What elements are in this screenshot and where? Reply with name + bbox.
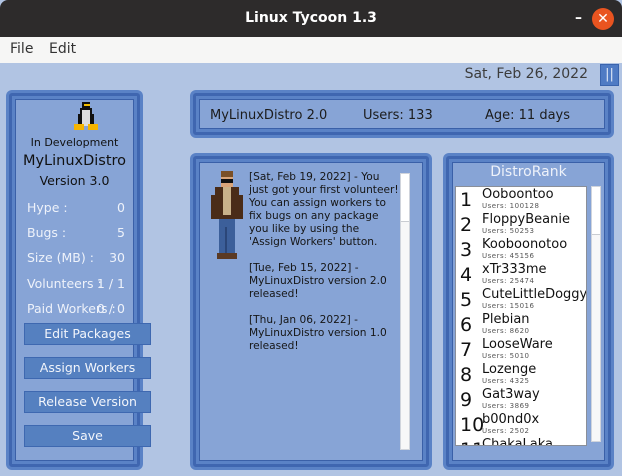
release-name: MyLinuxDistro 2.0 [210, 108, 328, 123]
news-panel: [Sat, Feb 19, 2022] - You just got your … [193, 156, 429, 467]
distro-users: Users: 15016 [482, 302, 535, 310]
distro-name: ChakaLaka [482, 437, 554, 446]
news-item: [Thu, Jan 06, 2022] - MyLinuxDistro vers… [249, 314, 387, 352]
distro-users: Users: 100128 [482, 202, 540, 210]
close-button[interactable]: ✕ [592, 8, 614, 30]
stat-paid-workers: Paid Workers :0 / 0 [27, 301, 125, 316]
minimize-button[interactable]: – [575, 0, 582, 37]
distro-users: Users: 50253 [482, 227, 535, 235]
distro-users: Users: 4325 [482, 377, 530, 385]
distrorank-item[interactable]: 1 Ooboontoo Users: 100128 [456, 187, 586, 212]
distro-version: Version 3.0 [39, 173, 110, 188]
stat-bugs: Bugs : 5 [27, 225, 125, 240]
distrorank-item[interactable]: 3 Kooboonotoo Users: 45156 [456, 237, 586, 262]
game-date: Sat, Feb 26, 2022 [464, 66, 588, 82]
save-button[interactable]: Save [24, 425, 151, 447]
pause-button[interactable]: || [600, 64, 619, 86]
scrollbar-thumb[interactable] [401, 174, 409, 222]
scrollbar-thumb[interactable] [592, 187, 600, 235]
menu-edit[interactable]: Edit [49, 41, 76, 57]
distro-users: Users: 5010 [482, 352, 530, 360]
distrorank-item[interactable]: 6 Plebian Users: 8620 [456, 312, 586, 337]
distrorank-item[interactable]: 10 b00nd0x Users: 2502 [456, 412, 586, 437]
stat-value: 30 [109, 250, 125, 265]
window-title: Linux Tycoon 1.3 [245, 10, 377, 26]
stat-label: Volunteers : [27, 276, 102, 291]
news-scrollbar[interactable] [400, 173, 410, 450]
release-age: Age: 11 days [485, 108, 571, 123]
news-item: [Sat, Feb 19, 2022] - You just got your … [249, 171, 399, 248]
distro-name: MyLinuxDistro [22, 153, 127, 169]
stat-label: Size (MB) : [27, 250, 94, 265]
edit-packages-button[interactable]: Edit Packages [24, 323, 151, 345]
rank-number: 6 [460, 314, 473, 336]
rank-number: 4 [460, 264, 473, 286]
rank-number: 2 [460, 214, 473, 236]
rank-number: 9 [460, 389, 473, 411]
menu-file[interactable]: File [10, 41, 33, 57]
distrorank-item[interactable]: 9 Gat3way Users: 3869 [456, 387, 586, 412]
rank-number: 10 [460, 414, 485, 436]
distrorank-item[interactable]: 8 Lozenge Users: 4325 [456, 362, 586, 387]
stat-value: 1 / 1 [96, 276, 125, 291]
distro-users: Users: 2502 [482, 427, 530, 435]
distrorank-item[interactable]: 4 xTr333me Users: 25474 [456, 262, 586, 287]
rank-number: 11 [460, 439, 484, 445]
release-version-button[interactable]: Release Version [24, 391, 151, 413]
rank-number: 3 [460, 239, 473, 261]
distro-users: Users: 3869 [482, 402, 530, 410]
news-item: [Tue, Feb 15, 2022] - MyLinuxDistro vers… [249, 262, 387, 300]
distrorank-title: DistroRank [490, 164, 567, 180]
distro-name: b00nd0x [482, 412, 540, 427]
distro-users: Users: 8620 [482, 327, 530, 335]
distro-name: Gat3way [482, 387, 540, 402]
distro-name: FloppyBeanie [482, 212, 570, 227]
news-feed: [Sat, Feb 19, 2022] - You just got your … [249, 171, 399, 366]
distrorank-item[interactable]: 11ChakaLaka [456, 437, 586, 446]
distrorank-scrollbar[interactable] [591, 186, 601, 442]
stat-volunteers: Volunteers :1 / 1 [27, 276, 125, 291]
menu-bar: File Edit [0, 37, 622, 63]
stat-value: 0 / 0 [96, 301, 125, 316]
assign-workers-button[interactable]: Assign Workers [24, 357, 151, 379]
distro-name: Plebian [482, 312, 530, 327]
stat-value: 5 [117, 225, 125, 240]
distrorank-list[interactable]: 1 Ooboontoo Users: 100128 2 FloppyBeanie User… [455, 186, 587, 446]
distro-name: xTr333me [482, 262, 547, 277]
development-status: In Development [30, 136, 119, 149]
developer-avatar-icon [211, 171, 243, 259]
stat-label: Hype : [27, 200, 68, 215]
stat-value: 0 [117, 200, 125, 215]
distro-name: Ooboontoo [482, 187, 554, 202]
distro-name: LooseWare [482, 337, 553, 352]
distro-name: CuteLittleDoggy [482, 287, 587, 302]
distrorank-item[interactable]: 7 LooseWare Users: 5010 [456, 337, 586, 362]
distrorank-panel: DistroRank 1 Ooboontoo Users: 100128 2 Flopp… [446, 156, 611, 467]
distro-name: Lozenge [482, 362, 537, 377]
stat-hype: Hype : 0 [27, 200, 125, 215]
distro-panel: In Development MyLinuxDistro Version 3.0… [9, 93, 151, 467]
tux-penguin-icon [74, 102, 98, 130]
current-release-panel: MyLinuxDistro 2.0 Users: 133 Age: 11 day… [193, 93, 611, 135]
distrorank-item[interactable]: 5 CuteLittleDoggy Users: 15016 [456, 287, 586, 312]
stat-label: Bugs : [27, 225, 67, 240]
distro-users: Users: 25474 [482, 277, 535, 285]
rank-number: 1 [460, 189, 473, 211]
distro-name: Kooboonotoo [482, 237, 568, 252]
rank-number: 7 [460, 339, 473, 361]
rank-number: 5 [460, 289, 473, 311]
distro-users: Users: 45156 [482, 252, 535, 260]
rank-number: 8 [460, 364, 473, 386]
distrorank-item[interactable]: 2 FloppyBeanie Users: 50253 [456, 212, 586, 237]
release-users: Users: 133 [363, 108, 433, 123]
title-bar: Linux Tycoon 1.3 – ✕ [0, 0, 622, 37]
stat-size: Size (MB) : 30 [27, 250, 125, 265]
